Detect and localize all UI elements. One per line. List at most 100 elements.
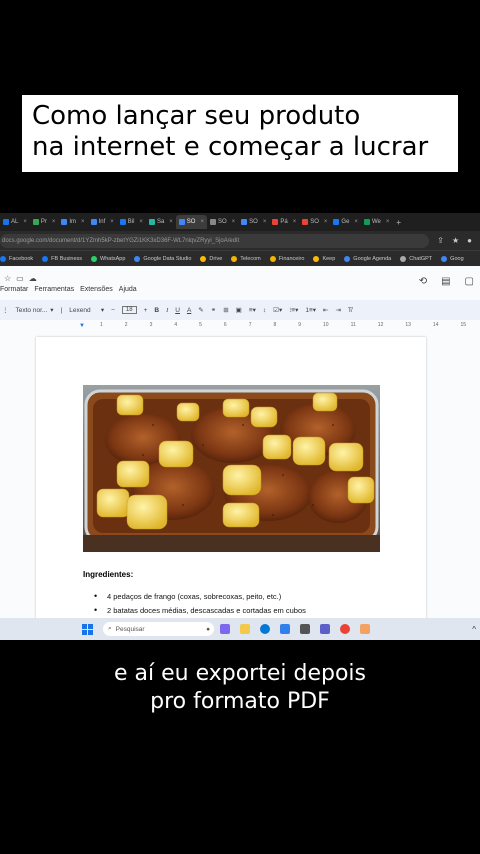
menu-item[interactable]: Extensões: [80, 286, 113, 293]
comment-add-icon[interactable]: ⊞: [223, 306, 228, 314]
tab-favicon-icon: [241, 219, 248, 225]
bookmark-item[interactable]: WhatsApp: [91, 256, 125, 262]
font-select[interactable]: Lexend ▾: [69, 306, 104, 315]
increase-size-icon[interactable]: +: [144, 307, 148, 314]
ruler-number: 9: [298, 322, 302, 328]
browser-tab[interactable]: Ge ×: [330, 215, 361, 229]
bookmark-item[interactable]: Google Data Studio: [134, 256, 191, 262]
history-icon[interactable]: ⟲: [419, 276, 427, 287]
browser-tab[interactable]: Bil ×: [117, 215, 146, 229]
browser-tab[interactable]: AL ×: [0, 215, 30, 229]
font-size-input[interactable]: 18: [121, 306, 137, 314]
caption-overlay: e aí eu exportei depois pro formato PDF: [0, 660, 480, 716]
browser-tab[interactable]: Pr ×: [30, 215, 59, 229]
align-icon[interactable]: ≡▾: [249, 306, 256, 314]
document-page[interactable]: Ingredientes: 4 pedaços de frango (coxas…: [36, 337, 426, 627]
highlight-icon[interactable]: ✎: [198, 306, 203, 314]
tab-favicon-icon: [3, 219, 9, 225]
tab-close-icon[interactable]: ×: [52, 219, 56, 225]
tab-close-icon[interactable]: ×: [169, 219, 173, 225]
tab-close-icon[interactable]: ×: [23, 219, 27, 225]
text-color-button[interactable]: A: [187, 307, 191, 314]
tab-close-icon[interactable]: ×: [232, 219, 236, 225]
browser-tab[interactable]: Im ×: [58, 215, 87, 229]
new-tab-icon[interactable]: +: [392, 218, 405, 227]
tab-close-icon[interactable]: ×: [81, 219, 85, 225]
browser-tab-bar: AL × Pr × Im × Inf × Bil × Sa × SO × SO × SO × Pá × SO × Ge × We…: [0, 213, 480, 231]
line-spacing-icon[interactable]: ↕: [263, 307, 266, 314]
bookmark-item[interactable]: FB Business: [42, 256, 82, 262]
bookmark-item[interactable]: Facebook: [0, 256, 33, 262]
image-icon[interactable]: ▣: [236, 306, 242, 314]
numbered-list-icon[interactable]: 1≡▾: [305, 306, 316, 314]
indent-increase-icon[interactable]: ⇥: [335, 306, 340, 314]
tab-close-icon[interactable]: ×: [110, 219, 114, 225]
browser-tab[interactable]: Inf ×: [88, 215, 117, 229]
edge-icon[interactable]: [260, 624, 270, 634]
browser-tab[interactable]: SO ×: [299, 215, 330, 229]
tab-label: We: [371, 219, 381, 225]
folder-icon[interactable]: ▭: [16, 274, 24, 283]
menu-item[interactable]: Ferramentas: [34, 286, 74, 293]
taskbar-search[interactable]: ⌕ Pesquisar ●: [103, 622, 214, 636]
bookmark-item[interactable]: ChatGPT: [400, 256, 432, 262]
style-select[interactable]: Texto nor... ▾: [16, 306, 54, 315]
app-icon[interactable]: [360, 624, 370, 634]
clear-format-icon[interactable]: T̸: [348, 307, 352, 314]
meet-icon[interactable]: ▢: [465, 276, 474, 287]
file-explorer-icon[interactable]: [240, 624, 250, 634]
indent-marker-icon[interactable]: ▼: [79, 323, 85, 329]
bookmark-item[interactable]: Goog: [441, 256, 464, 262]
italic-button[interactable]: I: [166, 307, 168, 314]
browser-tab[interactable]: Pá ×: [269, 215, 299, 229]
roast-chicken-image: [83, 385, 380, 552]
share-icon[interactable]: ⇪: [437, 236, 444, 245]
bullet-list-icon[interactable]: ⁝≡▾: [289, 306, 298, 314]
store-icon[interactable]: [280, 624, 290, 634]
browser-tab[interactable]: SO ×: [207, 215, 238, 229]
menu-item[interactable]: Formatar: [0, 286, 28, 293]
decrease-size-icon[interactable]: −: [111, 307, 115, 314]
ruler-number: 5: [199, 322, 202, 328]
underline-button[interactable]: U: [175, 307, 180, 314]
bookmark-item[interactable]: Telecom: [231, 256, 261, 262]
browser-tab[interactable]: We ×: [361, 215, 392, 229]
star-icon[interactable]: ★: [452, 236, 459, 245]
tray-chevron-icon[interactable]: ^: [472, 625, 476, 634]
star-icon[interactable]: ☆: [4, 274, 11, 283]
tab-favicon-icon: [90, 219, 97, 225]
checklist-icon[interactable]: ☑▾: [273, 306, 282, 314]
teams-icon[interactable]: [320, 624, 330, 634]
browser-tab[interactable]: SO ×: [175, 215, 207, 229]
settings-icon[interactable]: [300, 624, 310, 634]
tab-close-icon[interactable]: ×: [354, 219, 358, 225]
bookmark-item[interactable]: Google Agenda: [344, 256, 391, 262]
bookmark-item[interactable]: Keep: [313, 256, 335, 262]
address-bar[interactable]: docs.google.com/document/d/1YZmh5kP-zbet…: [0, 233, 430, 248]
chrome-icon[interactable]: [340, 624, 350, 634]
tab-close-icon[interactable]: ×: [139, 219, 143, 225]
tab-close-icon[interactable]: ×: [386, 219, 390, 225]
tab-close-icon[interactable]: ×: [324, 219, 328, 225]
cloud-icon[interactable]: ☁: [29, 274, 37, 283]
ingredients-list: 4 pedaços de frango (coxas, sobrecoxas, …: [94, 591, 306, 620]
tab-close-icon[interactable]: ×: [293, 219, 297, 225]
browser-tab[interactable]: SO ×: [238, 215, 269, 229]
title-line-1: Como lançar seu produto: [32, 101, 361, 131]
indent-decrease-icon[interactable]: ⇤: [323, 306, 328, 314]
windows-start-icon[interactable]: [82, 623, 93, 635]
tab-close-icon[interactable]: ×: [200, 219, 204, 225]
link-icon[interactable]: ⚭: [211, 306, 216, 314]
bookmark-item[interactable]: Drive: [200, 256, 222, 262]
comment-icon[interactable]: ▤: [441, 276, 450, 287]
bookmark-item[interactable]: Financeiro: [269, 256, 304, 262]
browser-tab[interactable]: Sa ×: [146, 215, 176, 229]
tab-close-icon[interactable]: ×: [263, 219, 267, 225]
bold-button[interactable]: B: [154, 307, 159, 314]
profile-icon[interactable]: ●: [467, 236, 472, 245]
tab-label: Ge: [341, 219, 350, 225]
more-icon[interactable]: ⋮: [2, 306, 9, 314]
menu-item[interactable]: Ajuda: [119, 286, 137, 293]
bookmark-label: Drive: [209, 256, 223, 262]
task-view-icon[interactable]: [220, 624, 230, 634]
